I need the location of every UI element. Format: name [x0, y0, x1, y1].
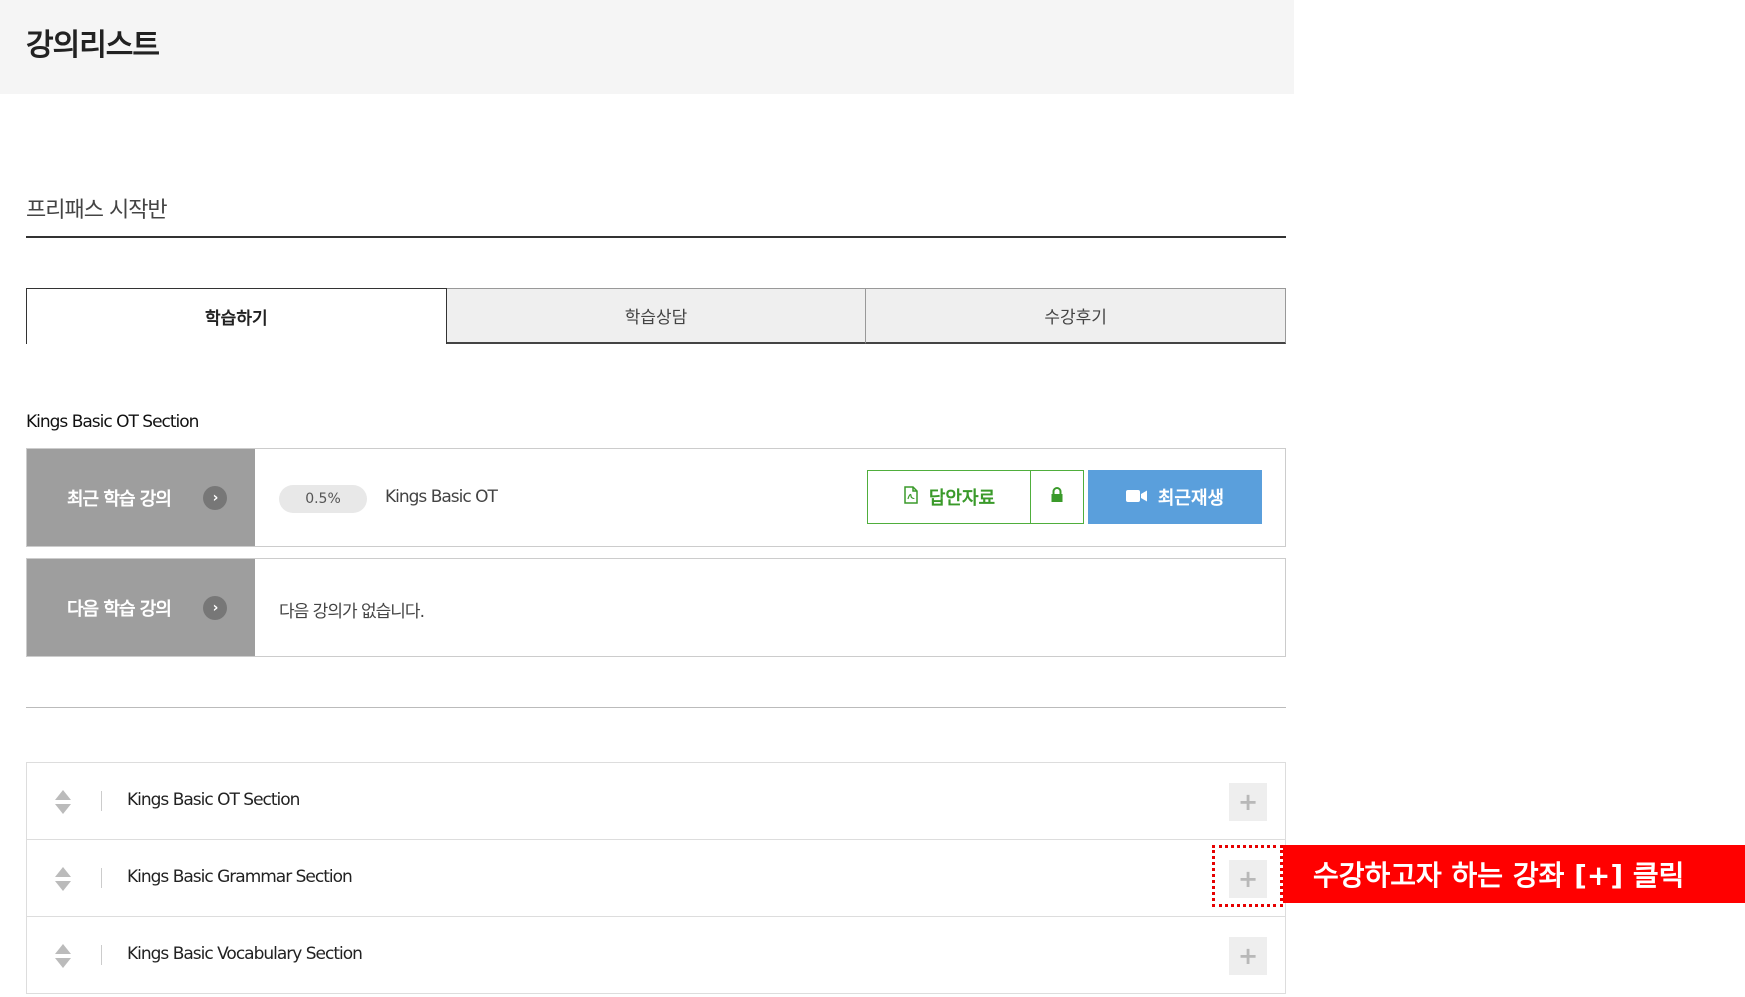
lock-icon: [1050, 487, 1064, 507]
recent-lecture-heading-text: 최근 학습 강의: [67, 488, 172, 510]
section-list: Kings Basic OT Section + Kings Basic Gra…: [26, 762, 1286, 994]
sort-handle-icon[interactable]: [53, 866, 73, 892]
plus-icon: +: [1237, 788, 1259, 816]
answer-material-label: 답안자료: [928, 488, 996, 509]
recent-lecture-heading[interactable]: 최근 학습 강의 ›: [27, 449, 255, 546]
tab-reviews[interactable]: 수강후기: [866, 288, 1287, 344]
tab-bar: 학습하기 학습상담 수강후기: [26, 288, 1287, 344]
current-section-label: Kings Basic OT Section: [26, 412, 199, 432]
next-lecture-panel: 다음 학습 강의 › 다음 강의가 없습니다.: [26, 558, 1286, 657]
section-row: Kings Basic Vocabulary Section +: [26, 917, 1286, 994]
sort-handle-icon[interactable]: [53, 789, 73, 815]
next-lecture-heading-text: 다음 학습 강의: [67, 598, 172, 620]
plus-icon: +: [1237, 942, 1259, 970]
recent-lecture-name: Kings Basic OT: [385, 487, 498, 507]
section-name: Kings Basic Vocabulary Section: [127, 944, 363, 964]
instruction-callout: 수강하고자 하는 강좌 [+] 클릭: [1283, 845, 1745, 903]
pdf-file-icon: [903, 485, 919, 509]
tab-consult[interactable]: 학습상담: [446, 288, 867, 344]
row-separator: [101, 868, 102, 888]
recent-play-label: 최근재생: [1157, 488, 1225, 509]
course-title: 프리패스 시작반: [26, 198, 168, 223]
next-lecture-message: 다음 강의가 없습니다.: [279, 602, 425, 622]
page-header: 강의리스트: [0, 0, 1294, 94]
section-name: Kings Basic Grammar Section: [127, 867, 353, 887]
expand-section-button[interactable]: +: [1229, 783, 1267, 821]
chevron-right-icon: ›: [203, 596, 227, 620]
row-separator: [101, 791, 102, 811]
section-row: Kings Basic Grammar Section +: [26, 840, 1286, 917]
lock-button[interactable]: [1030, 470, 1084, 524]
highlight-box: [1212, 845, 1283, 907]
recent-lecture-panel: 최근 학습 강의 › 0.5% Kings Basic OT 답안자료 최근재생: [26, 448, 1286, 547]
page-title: 강의리스트: [26, 28, 160, 63]
chevron-right-icon: ›: [203, 486, 227, 510]
answer-material-button[interactable]: 답안자료: [867, 470, 1030, 524]
section-row: Kings Basic OT Section +: [26, 763, 1286, 840]
course-title-underline: [26, 236, 1286, 238]
next-lecture-heading[interactable]: 다음 학습 강의 ›: [27, 559, 255, 656]
recent-play-button[interactable]: 최근재생: [1088, 470, 1262, 524]
section-name: Kings Basic OT Section: [127, 790, 300, 810]
video-camera-icon: [1125, 487, 1148, 508]
row-separator: [101, 945, 102, 965]
sort-handle-icon[interactable]: [53, 943, 73, 969]
progress-badge: 0.5%: [279, 485, 367, 513]
expand-section-button[interactable]: +: [1229, 937, 1267, 975]
content-divider: [26, 707, 1286, 708]
tab-study[interactable]: 학습하기: [26, 288, 447, 344]
